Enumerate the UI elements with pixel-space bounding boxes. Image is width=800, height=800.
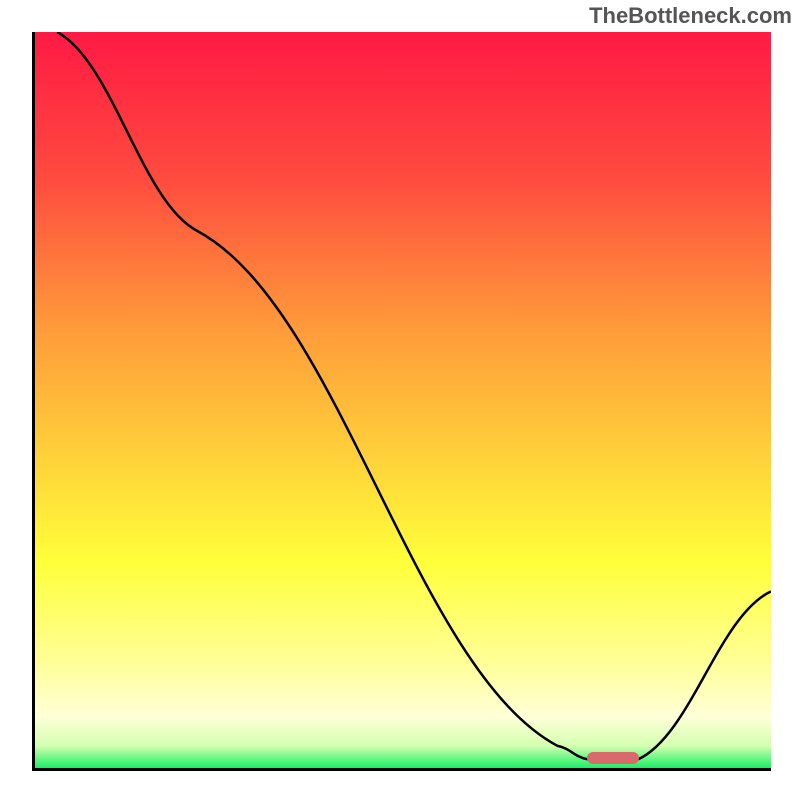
- plot-area: [32, 32, 771, 771]
- optimal-marker: [587, 752, 639, 764]
- watermark-text: TheBottleneck.com: [589, 3, 792, 29]
- bottleneck-curve: [57, 32, 771, 759]
- curve-layer: [35, 32, 771, 768]
- chart-container: TheBottleneck.com: [0, 0, 800, 800]
